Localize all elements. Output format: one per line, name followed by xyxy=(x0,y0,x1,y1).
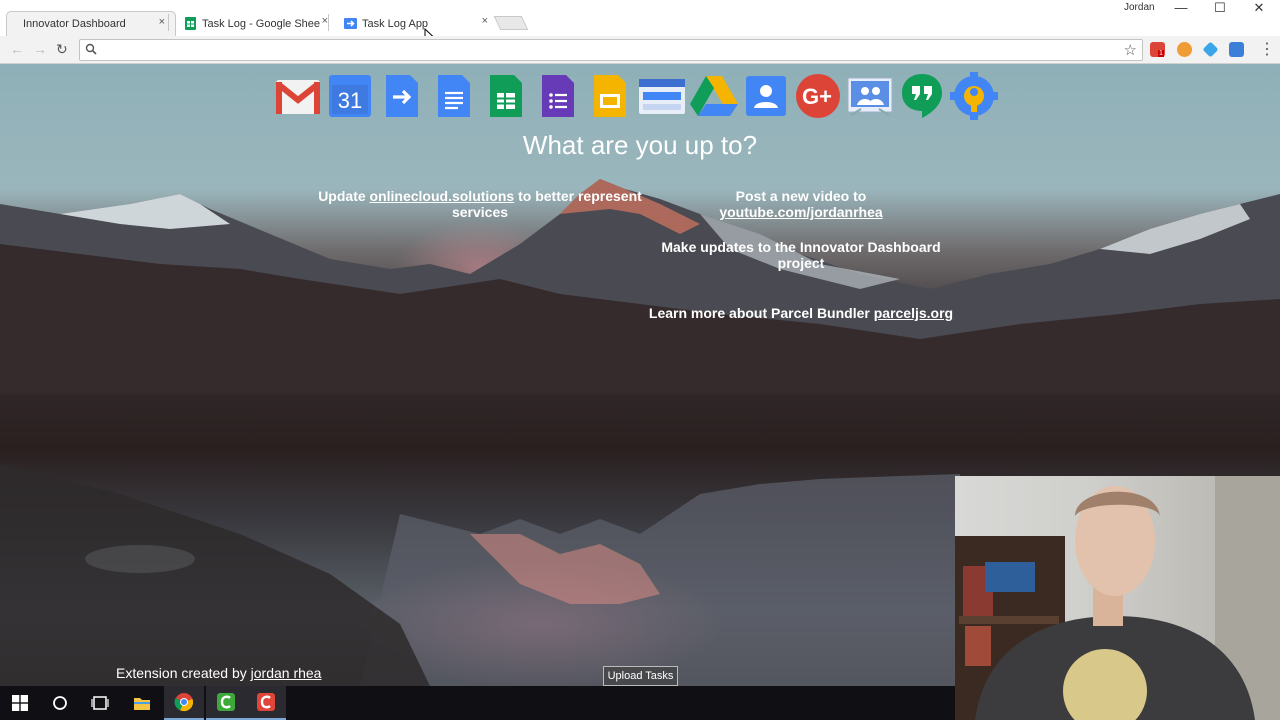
task-text: Learn more about Parcel Bundler xyxy=(648,305,874,321)
docs-icon[interactable] xyxy=(428,70,480,122)
tab-task-log-app[interactable]: Task Log App × xyxy=(328,11,498,36)
title-bar: Innovator Dashboard × Task Log - Google … xyxy=(0,0,1280,42)
forms-icon[interactable] xyxy=(532,70,584,122)
recorder-icon[interactable] xyxy=(246,686,286,720)
tab-label: Innovator Dashboard xyxy=(23,18,126,30)
extension-credit: Extension created by jordan rhea xyxy=(116,665,321,681)
tab-label: Task Log - Google Sheets xyxy=(202,17,320,30)
gmail-badge: 1 xyxy=(1158,50,1164,57)
maximize-button[interactable]: ☐ xyxy=(1210,0,1230,16)
task-item: Make updates to the Innovator Dashboard … xyxy=(660,239,942,271)
file-explorer-icon[interactable] xyxy=(122,686,162,720)
extension-diamond-icon[interactable] xyxy=(1202,41,1219,58)
gmail-icon[interactable] xyxy=(272,70,324,122)
task-link[interactable]: onlinecloud.solutions xyxy=(370,188,515,204)
task-text: Make updates to the Innovator Dashboard … xyxy=(661,239,941,271)
drive-icon[interactable] xyxy=(688,70,740,122)
credit-text: Extension created by xyxy=(116,665,251,681)
minimize-button[interactable]: — xyxy=(1171,0,1191,15)
calendar-day: 31 xyxy=(338,88,362,113)
sheets-icon[interactable] xyxy=(480,70,532,122)
task-item: Post a new video to youtube.com/jordanrh… xyxy=(655,188,947,220)
extension-orange-icon[interactable] xyxy=(1177,42,1192,57)
tab-innovator-dashboard[interactable]: Innovator Dashboard × xyxy=(6,11,176,36)
google-apps-row: 31 G+ xyxy=(272,70,1012,122)
camtasia-icon[interactable] xyxy=(206,686,246,720)
admin-icon[interactable] xyxy=(948,70,1000,122)
profile-name[interactable]: Jordan xyxy=(1124,2,1155,13)
calendar-icon[interactable]: 31 xyxy=(324,70,376,122)
bookmark-star-icon[interactable]: ☆ xyxy=(1124,41,1137,59)
sites-icon[interactable] xyxy=(636,70,688,122)
windows-taskbar xyxy=(0,686,955,720)
browser-toolbar: ← → ↻ ☆ 1 ⋮ xyxy=(0,36,1280,64)
cortana-icon[interactable] xyxy=(40,686,80,720)
gmail-checker-extension-icon[interactable]: 1 xyxy=(1150,42,1165,57)
google-plus-icon[interactable]: G+ xyxy=(792,70,844,122)
apps-script-icon xyxy=(344,18,357,29)
address-bar[interactable]: ☆ xyxy=(79,39,1143,61)
svg-text:G+: G+ xyxy=(802,84,832,109)
presenter-video xyxy=(955,476,1280,720)
search-icon xyxy=(85,43,97,55)
task-text: Update xyxy=(318,188,370,204)
windows-start-icon[interactable] xyxy=(0,686,40,720)
upload-tasks-button[interactable]: Upload Tasks xyxy=(603,666,678,686)
apps-script-icon[interactable] xyxy=(376,70,428,122)
task-link[interactable]: youtube.com/jordanrhea xyxy=(719,204,882,220)
tab-label: Task Log App xyxy=(362,17,429,30)
contacts-icon[interactable] xyxy=(740,70,792,122)
back-button[interactable]: ← xyxy=(10,41,24,57)
sheets-icon xyxy=(185,17,196,30)
task-link[interactable]: parceljs.org xyxy=(874,305,953,321)
chrome-menu-icon[interactable]: ⋮ xyxy=(1259,39,1275,59)
task-text: Post a new video to xyxy=(735,188,867,204)
classroom-icon[interactable] xyxy=(844,70,896,122)
reload-button[interactable]: ↻ xyxy=(56,41,68,58)
credit-link[interactable]: jordan rhea xyxy=(251,665,322,681)
page-heading: What are you up to? xyxy=(522,130,758,160)
chrome-taskbar-icon[interactable] xyxy=(164,686,204,720)
tab-close-icon[interactable]: × xyxy=(482,15,488,27)
close-window-button[interactable]: ✕ xyxy=(1249,0,1269,16)
task-item: Learn more about Parcel Bundler parceljs… xyxy=(640,305,962,321)
webcam-overlay xyxy=(955,476,1280,720)
new-tab-button[interactable] xyxy=(493,16,529,30)
tab-close-icon[interactable]: × xyxy=(159,16,165,28)
forward-button[interactable]: → xyxy=(33,41,47,57)
task-view-icon[interactable] xyxy=(80,686,120,720)
extension-blue-icon[interactable] xyxy=(1229,42,1244,57)
tab-task-log-sheets[interactable]: Task Log - Google Sheets × xyxy=(168,11,338,36)
hangouts-icon[interactable] xyxy=(896,70,948,122)
slides-icon[interactable] xyxy=(584,70,636,122)
task-item: Update onlinecloud.solutions to better r… xyxy=(314,188,646,220)
